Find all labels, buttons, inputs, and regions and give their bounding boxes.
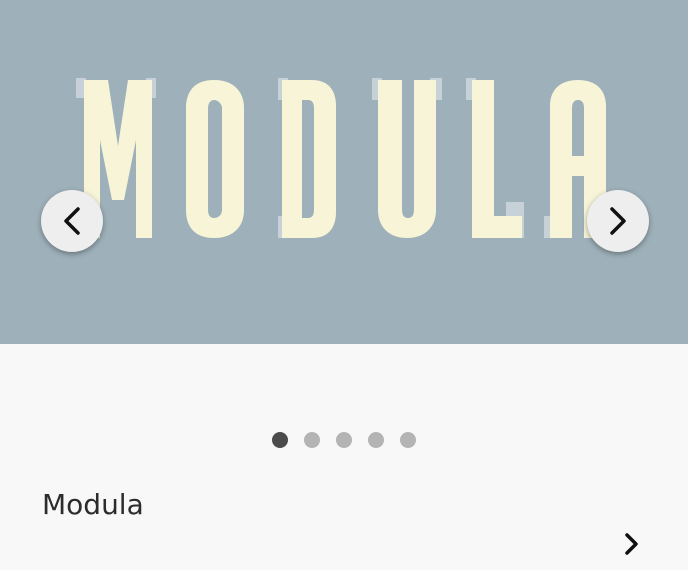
carousel-pagination	[0, 432, 688, 448]
carousel-dot-2[interactable]	[304, 432, 320, 448]
carousel-dot-4[interactable]	[368, 432, 384, 448]
item-title: Modula	[42, 488, 144, 521]
carousel-dot-5[interactable]	[400, 432, 416, 448]
chevron-left-icon	[64, 207, 80, 235]
carousel-next-button[interactable]	[587, 190, 649, 252]
modula-wordmark-image	[76, 78, 606, 238]
carousel-dot-3[interactable]	[336, 432, 352, 448]
chevron-right-icon	[610, 207, 626, 235]
carousel-dot-1[interactable]	[272, 432, 288, 448]
chevron-right-icon[interactable]	[620, 530, 644, 558]
hero-banner	[0, 0, 688, 344]
carousel-prev-button[interactable]	[41, 190, 103, 252]
